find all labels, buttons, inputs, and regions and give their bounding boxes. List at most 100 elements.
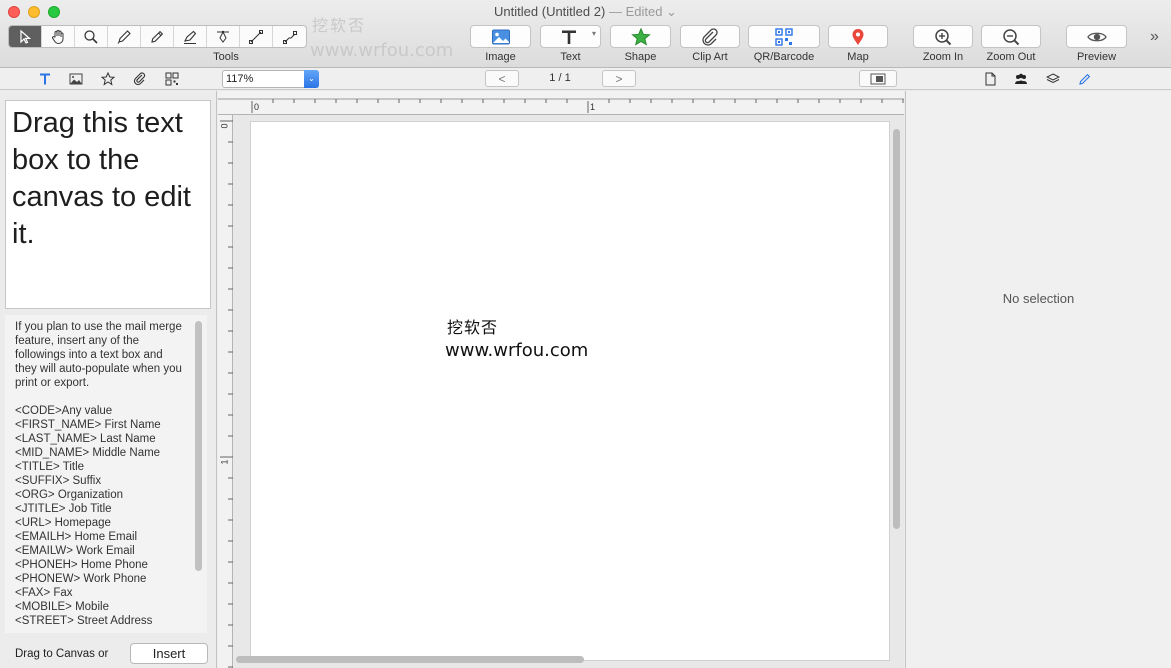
line-icon xyxy=(249,29,263,44)
vertical-scrollbar[interactable] xyxy=(893,129,900,529)
fountain-pen-icon xyxy=(184,30,197,44)
merge-field: <FAX> Fax xyxy=(15,587,73,599)
next-page-button[interactable]: > xyxy=(602,70,636,87)
pan-tool[interactable] xyxy=(42,26,75,47)
merge-field: <TITLE> Title xyxy=(15,461,85,473)
fit-page-icon xyxy=(870,73,886,84)
document-title: Untitled (Untitled 2) xyxy=(494,4,606,19)
title-toolbar: Untitled (Untitled 2) — Edited ⌄ 挖软否 www… xyxy=(0,0,1171,68)
pencil-icon xyxy=(1079,73,1091,85)
clip-art-button[interactable] xyxy=(680,25,740,48)
edit-inspector-tab[interactable] xyxy=(1077,71,1093,87)
bezier-pen-icon xyxy=(217,30,229,43)
horizontal-scrollbar[interactable] xyxy=(236,656,584,663)
text-library-panel: Drag this text box to the canvas to edit… xyxy=(0,91,217,668)
zoom-in-label: Zoom In xyxy=(922,51,964,63)
merge-field: <MID_NAME> Middle Name xyxy=(15,447,161,459)
horizontal-ruler: 0 1 xyxy=(218,91,904,115)
paperclip-icon xyxy=(702,27,718,46)
mail-merge-intro: If you plan to use the mail merge featur… xyxy=(15,321,182,389)
vertical-ruler: 0 1 xyxy=(218,115,233,668)
pen-tool[interactable] xyxy=(108,26,141,47)
qr-library-tab[interactable] xyxy=(164,71,180,87)
text-library-tab[interactable] xyxy=(37,71,53,87)
shape-button[interactable] xyxy=(610,25,671,48)
ruler-label: 1 xyxy=(219,459,230,465)
ruler-ticks xyxy=(218,98,904,113)
layers-inspector-tab[interactable] xyxy=(1045,71,1061,87)
qr-code-icon xyxy=(165,72,179,86)
merge-field: <SUFFIX> Suffix xyxy=(15,475,102,487)
canvas-page[interactable]: 挖软否 www.wrfou.com xyxy=(250,121,890,661)
text-label: Text xyxy=(560,51,581,63)
pencil-tool[interactable] xyxy=(141,26,174,47)
zoom-level-select[interactable]: 117% ⌄ xyxy=(222,70,319,88)
clip-art-label: Clip Art xyxy=(692,51,728,63)
merge-field: <LAST_NAME> Last Name xyxy=(15,433,156,445)
merge-field: <EMAILH> Home Email xyxy=(15,531,138,543)
bezier-tool[interactable] xyxy=(207,26,240,47)
merge-field: <PHONEW> Work Phone xyxy=(15,573,147,585)
toolbar-watermark-url: www.wrfou.com xyxy=(310,40,454,61)
calligraphy-tool[interactable] xyxy=(174,26,207,47)
zoom-tool[interactable] xyxy=(75,26,108,47)
image-library-tab[interactable] xyxy=(68,71,84,87)
inspector-panel: No selection xyxy=(905,91,1171,668)
chevron-down-icon[interactable]: ⌄ xyxy=(304,70,319,88)
text-dropdown-icon[interactable]: ▾ xyxy=(592,29,596,38)
zoom-out-icon xyxy=(1003,28,1020,45)
merge-field: <MOBILE> Mobile xyxy=(15,601,109,613)
shape-library-tab[interactable] xyxy=(100,71,116,87)
mail-merge-help: If you plan to use the mail merge featur… xyxy=(5,315,207,633)
window-title: Untitled (Untitled 2) — Edited ⌄ xyxy=(0,4,1171,20)
zoom-out-button[interactable] xyxy=(981,25,1041,48)
document-inspector-tab[interactable] xyxy=(982,71,998,87)
no-selection-label: No selection xyxy=(1002,291,1075,306)
connector-tool[interactable] xyxy=(273,26,306,47)
merge-field: <CODE>Any value xyxy=(15,405,113,417)
edited-indicator[interactable]: — Edited ⌄ xyxy=(609,4,677,19)
draggable-text-box[interactable]: Drag this text box to the canvas to edit… xyxy=(5,100,211,309)
zoom-in-button[interactable] xyxy=(913,25,973,48)
connector-icon xyxy=(282,30,297,44)
image-button[interactable] xyxy=(470,25,531,48)
line-tool[interactable] xyxy=(240,26,273,47)
toolbar-watermark-cn: 挖软否 xyxy=(312,16,367,35)
canvas-area[interactable]: 0 1 0 1 挖软否 www.wrfou.com xyxy=(218,91,904,668)
pen-icon xyxy=(117,29,131,44)
merge-field: <FIRST_NAME> First Name xyxy=(15,419,161,431)
paperclip-icon xyxy=(133,72,146,86)
image-icon xyxy=(69,73,83,85)
clipart-library-tab[interactable] xyxy=(132,71,148,87)
ruler-label: 0 xyxy=(219,123,230,129)
mail-merge-text: If you plan to use the mail merge featur… xyxy=(5,315,195,633)
previous-page-button[interactable]: < xyxy=(485,70,519,87)
merge-field-list: <CODE>Any value <FIRST_NAME> First Name … xyxy=(15,404,185,628)
merge-field: <PHONEH> Home Phone xyxy=(15,559,148,571)
map-label: Map xyxy=(847,51,869,63)
hand-icon xyxy=(51,29,64,44)
qr-barcode-button[interactable] xyxy=(748,25,820,48)
merge-field: <ORG> Organization xyxy=(15,489,124,501)
map-button[interactable] xyxy=(828,25,888,48)
ruler-label: 1 xyxy=(590,102,596,112)
image-icon xyxy=(491,29,510,44)
shape-label: Shape xyxy=(624,51,657,63)
people-icon xyxy=(1015,73,1027,84)
mail-merge-inspector-tab[interactable] xyxy=(1013,71,1029,87)
preview-button[interactable] xyxy=(1066,25,1127,48)
merge-field: <URL> Homepage xyxy=(15,517,111,529)
layers-icon xyxy=(1046,73,1060,84)
pencil-icon xyxy=(151,30,164,43)
insert-button[interactable]: Insert xyxy=(130,643,208,664)
secondary-bar: 117% ⌄ < 1 / 1 > xyxy=(0,68,1171,90)
ruler-ticks xyxy=(220,120,233,668)
fit-page-button[interactable] xyxy=(859,70,897,87)
select-tool[interactable] xyxy=(9,26,42,47)
document-icon xyxy=(985,72,996,86)
text-button[interactable]: ▾ xyxy=(540,25,601,48)
arrow-pointer-icon xyxy=(20,29,32,44)
toolbar-overflow-icon[interactable]: » xyxy=(1150,28,1159,46)
merge-help-scrollbar[interactable] xyxy=(195,321,202,571)
zoom-level-value: 117% xyxy=(226,73,254,85)
